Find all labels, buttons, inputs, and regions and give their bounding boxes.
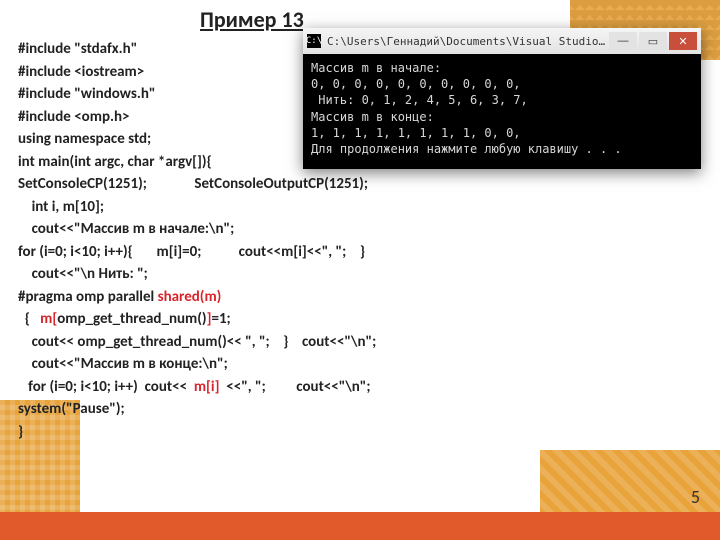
- cmd-icon: C:\: [307, 34, 321, 48]
- code-shared: shared(m): [158, 288, 222, 306]
- code-line: for (i=0; i<10; i++){ m[i]=0; cout<<m[i]…: [18, 243, 365, 261]
- code-line: }: [18, 423, 23, 441]
- console-line: Для продолжения нажмите любую клавишу . …: [311, 142, 622, 156]
- code-line: #include <omp.h>: [18, 108, 130, 126]
- code-line: system("Pause");: [18, 400, 125, 418]
- console-line: 1, 1, 1, 1, 1, 1, 1, 1, 0, 0,: [311, 126, 521, 140]
- code-line: =1;: [211, 310, 230, 328]
- decoration-bottom-bar: [0, 512, 720, 540]
- code-line: int main(int argc, char *argv[]){: [18, 153, 212, 171]
- console-window: C:\ C:\Users\Геннадий\Documents\Visual S…: [303, 28, 701, 169]
- code-line: #include "windows.h": [18, 85, 155, 103]
- code-line: cout<< omp_get_thread_num()<< ", "; } co…: [18, 333, 376, 351]
- code-line: cout<<"Массив m в начале:\n";: [18, 220, 234, 238]
- code-line: SetConsoleOutputCP(1251);: [194, 175, 368, 193]
- code-line: {: [18, 310, 40, 328]
- console-line: Нить: 0, 1, 2, 4, 5, 6, 3, 7,: [311, 93, 528, 107]
- minimize-button[interactable]: —: [609, 32, 637, 50]
- close-button[interactable]: ✕: [669, 32, 697, 50]
- code-line: #include "stdafx.h": [18, 40, 137, 58]
- code-line: #pragma omp parallel: [18, 288, 158, 306]
- code-m-open: m[: [40, 310, 57, 328]
- slide-title: Пример 13: [200, 6, 304, 33]
- code-line: cout<<"Массив m в конце:\n";: [18, 355, 228, 373]
- code-line: SetConsoleCP(1251);: [18, 175, 147, 193]
- code-line: cout<<"\n Нить: ";: [18, 265, 148, 283]
- code-mi: m[i]: [194, 378, 223, 396]
- console-line: Массив m в конце:: [311, 110, 434, 124]
- page-number: 5: [691, 486, 700, 508]
- code-line: int i, m[10];: [18, 198, 104, 216]
- code-line: using namespace std;: [18, 130, 151, 148]
- code-line: <<", "; cout<<"\n";: [223, 378, 371, 396]
- console-line: Массив m в начале:: [311, 61, 441, 75]
- code-line: omp_get_thread_num(): [57, 310, 206, 328]
- console-path: C:\Users\Геннадий\Documents\Visual Studi…: [327, 35, 609, 48]
- code-line: #include <iostream>: [18, 63, 144, 81]
- console-line: 0, 0, 0, 0, 0, 0, 0, 0, 0, 0,: [311, 77, 521, 91]
- console-titlebar[interactable]: C:\ C:\Users\Геннадий\Documents\Visual S…: [303, 28, 701, 54]
- console-output: Массив m в начале: 0, 0, 0, 0, 0, 0, 0, …: [303, 54, 701, 169]
- code-line: for (i=0; i<10; i++) cout<<: [18, 378, 194, 396]
- maximize-button[interactable]: ▭: [639, 32, 667, 50]
